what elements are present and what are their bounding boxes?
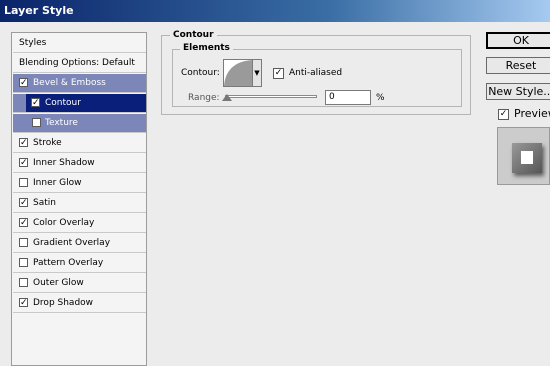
anti-aliased-checkbox[interactable]: ✓ xyxy=(273,68,284,79)
list-item-gradient-overlay[interactable]: Gradient Overlay xyxy=(13,234,146,253)
range-slider-track[interactable] xyxy=(225,95,317,98)
range-slider-handle[interactable] xyxy=(222,94,232,101)
list-item-pattern-overlay[interactable]: Pattern Overlay xyxy=(13,254,146,273)
list-item-satin[interactable]: ✓ Satin xyxy=(13,194,146,213)
preview-swatch-inner xyxy=(521,151,533,164)
list-item-color-overlay[interactable]: ✓ Color Overlay xyxy=(13,214,146,233)
contour-curve-icon xyxy=(224,60,252,86)
list-item-contour-wrap: ✓ Contour xyxy=(13,94,146,113)
list-item-bevel-emboss[interactable]: ✓ Bevel & Emboss xyxy=(13,74,146,93)
contour-label: Contour: xyxy=(181,68,220,78)
pattern-overlay-checkbox[interactable] xyxy=(19,258,28,267)
elements-group-title: Elements xyxy=(180,43,233,53)
inner-shadow-checkbox[interactable]: ✓ xyxy=(19,158,28,168)
contour-checkbox[interactable]: ✓ xyxy=(31,98,40,108)
reset-button[interactable]: Reset xyxy=(486,57,550,74)
gradient-overlay-checkbox[interactable] xyxy=(19,238,28,247)
styles-list: Styles Blending Options: Default ✓ Bevel… xyxy=(11,32,147,366)
satin-checkbox[interactable]: ✓ xyxy=(19,198,28,208)
new-style-button[interactable]: New Style... xyxy=(486,83,550,100)
drop-shadow-checkbox[interactable]: ✓ xyxy=(19,298,28,308)
contour-curve-thumbnail[interactable] xyxy=(223,59,253,87)
range-unit: % xyxy=(376,93,385,103)
list-item-inner-glow[interactable]: Inner Glow xyxy=(13,174,146,193)
list-item-stroke[interactable]: ✓ Stroke xyxy=(13,134,146,153)
styles-header[interactable]: Styles xyxy=(13,34,146,53)
list-item-blending-options[interactable]: Blending Options: Default xyxy=(13,54,146,73)
window-title: Layer Style xyxy=(4,4,74,17)
contour-group-title: Contour xyxy=(170,30,217,40)
range-label: Range: xyxy=(188,93,220,103)
title-bar[interactable]: Layer Style xyxy=(0,0,550,22)
inner-glow-checkbox[interactable] xyxy=(19,178,28,187)
texture-checkbox[interactable] xyxy=(32,118,41,127)
list-item-inner-shadow[interactable]: ✓ Inner Shadow xyxy=(13,154,146,173)
list-item-contour[interactable]: ✓ Contour xyxy=(26,94,146,113)
bevel-emboss-checkbox[interactable]: ✓ xyxy=(19,78,28,88)
range-input[interactable]: 0 xyxy=(325,90,371,105)
chevron-down-icon: ▼ xyxy=(254,69,260,77)
ok-button[interactable]: OK xyxy=(486,32,550,49)
contour-dropdown-button[interactable]: ▼ xyxy=(253,59,262,87)
color-overlay-checkbox[interactable]: ✓ xyxy=(19,218,28,228)
anti-aliased-label: Anti-aliased xyxy=(289,68,343,78)
list-item-texture[interactable]: Texture xyxy=(13,114,146,133)
preview-label: Preview xyxy=(514,107,550,120)
stroke-checkbox[interactable]: ✓ xyxy=(19,138,28,148)
outer-glow-checkbox[interactable] xyxy=(19,278,28,287)
preview-swatch xyxy=(512,143,542,173)
preview-checkbox[interactable]: ✓ xyxy=(498,109,509,120)
list-item-drop-shadow[interactable]: ✓ Drop Shadow xyxy=(13,294,146,313)
list-item-outer-glow[interactable]: Outer Glow xyxy=(13,274,146,293)
